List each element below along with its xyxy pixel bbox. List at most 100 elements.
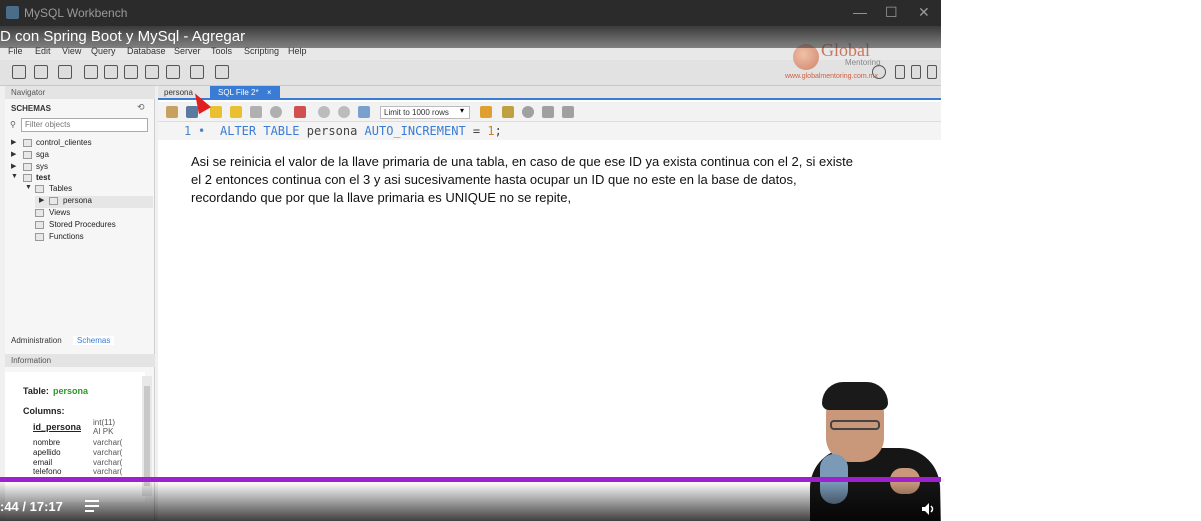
tree-item-views[interactable]: Views — [35, 208, 151, 220]
tab-administration[interactable]: Administration — [11, 336, 62, 345]
database-icon — [23, 139, 32, 147]
code-line[interactable]: 1 • ALTER TABLE persona AUTO_INCREMENT =… — [158, 122, 941, 140]
tree-item-stored-procedures[interactable]: Stored Procedures — [35, 220, 151, 232]
tab-label: SQL File 2* — [218, 88, 259, 97]
bookmark-icon[interactable] — [480, 106, 492, 118]
create-table-icon[interactable] — [104, 65, 118, 79]
video-title[interactable]: D con Spring Boot y MySql - Agregar — [0, 26, 941, 48]
functions-folder-icon — [35, 233, 44, 241]
column-type: int(11) — [93, 418, 116, 427]
create-schema-icon[interactable] — [84, 65, 98, 79]
commit-icon[interactable] — [318, 106, 330, 118]
information-header: Information — [5, 354, 155, 367]
schemas-header: SCHEMAS — [11, 104, 52, 113]
video-time: :44 / 17:17 — [0, 499, 63, 514]
note-line: el 2 entonces continua con el 3 y asi su… — [191, 172, 797, 187]
tree-item-tables[interactable]: ▼ Tables — [25, 184, 151, 196]
scrollbar-thumb[interactable] — [144, 386, 150, 486]
tree-item-persona[interactable]: ▶ persona — [35, 196, 153, 208]
column-name: apellido — [33, 448, 61, 457]
refresh-icon[interactable]: ⟲ — [137, 102, 145, 113]
database-icon — [23, 163, 32, 171]
invisible-chars-icon[interactable] — [542, 106, 554, 118]
collapse-arrow-icon[interactable]: ▼ — [11, 173, 18, 180]
column-name: id_persona — [33, 422, 82, 432]
video-controls: :44 / 17:17 — [0, 482, 941, 521]
editor-tab-row: persona SQL File 2* × — [158, 86, 941, 100]
tree-item-control-clientes[interactable]: ▶ control_clientes — [11, 138, 151, 150]
execute-icon[interactable] — [210, 106, 222, 118]
rollback-icon[interactable] — [338, 106, 350, 118]
tab-sql-file-2[interactable]: SQL File 2* × — [210, 86, 280, 100]
close-icon[interactable]: ✕ — [918, 4, 930, 21]
tables-folder-icon — [35, 185, 44, 193]
inspector-icon[interactable] — [58, 65, 72, 79]
filter-objects-input[interactable]: Filter objects — [21, 118, 148, 132]
column-name: telefono — [33, 467, 62, 476]
column-name: email — [33, 458, 53, 467]
execute-current-icon[interactable] — [230, 106, 242, 118]
create-view-icon[interactable] — [124, 65, 138, 79]
columns-label: Columns: — [23, 406, 65, 416]
volume-icon[interactable] — [921, 502, 937, 516]
mysql-workbench-icon — [6, 6, 19, 19]
wrap-lines-icon[interactable] — [562, 106, 574, 118]
presenter-hair — [822, 382, 888, 410]
minimize-icon[interactable]: — — [853, 4, 867, 20]
open-file-icon[interactable] — [166, 106, 178, 118]
note-line: Asi se reinicia el valor de la llave pri… — [191, 154, 853, 169]
procedures-folder-icon — [35, 221, 44, 229]
autocommit-icon[interactable] — [358, 106, 370, 118]
explain-icon[interactable] — [250, 106, 262, 118]
stop-icon[interactable] — [270, 106, 282, 118]
line-marker-icon: • — [198, 124, 206, 138]
collapse-arrow-icon[interactable]: ▼ — [25, 184, 32, 191]
maximize-icon[interactable]: ☐ — [885, 4, 898, 21]
reconnect-icon[interactable] — [215, 65, 229, 79]
presenter-glasses — [830, 420, 880, 430]
sidebar-tabs: Administration Schemas — [5, 334, 155, 348]
open-sql-script-icon[interactable] — [34, 65, 48, 79]
table-icon — [49, 197, 58, 205]
chapters-icon[interactable] — [85, 500, 105, 514]
find-icon[interactable] — [522, 106, 534, 118]
create-procedure-icon[interactable] — [145, 65, 159, 79]
table-label: Table: — [23, 386, 49, 396]
brand-sub: Mentoring — [845, 58, 881, 67]
navigator-header: Navigator — [5, 86, 155, 99]
toggle-output-icon[interactable] — [911, 65, 921, 79]
tab-close-icon[interactable]: × — [267, 88, 272, 97]
new-sql-tab-icon[interactable] — [12, 65, 26, 79]
limit-rows-select[interactable]: Limit to 1000 rows — [380, 106, 470, 119]
sql-statement[interactable]: ALTER TABLE persona AUTO_INCREMENT = 1; — [220, 122, 502, 140]
column-type: varchar( — [93, 467, 123, 476]
column-type: varchar( — [93, 458, 123, 467]
column-type: varchar( — [93, 438, 123, 447]
chevron-down-icon[interactable]: ▾ — [460, 106, 464, 115]
tab-schemas[interactable]: Schemas — [73, 336, 115, 345]
line-number: 1 — [184, 124, 192, 138]
create-function-icon[interactable] — [166, 65, 180, 79]
tree-item-sga[interactable]: ▶ sga — [11, 150, 151, 162]
database-icon — [23, 151, 32, 159]
sql-toolbar: Limit to 1000 rows ▾ — [158, 102, 941, 122]
video-frame[interactable]: MySQL Workbench — ☐ ✕ D con Spring Boot … — [0, 0, 941, 521]
expand-arrow-icon[interactable]: ▶ — [11, 162, 16, 170]
window-titlebar: MySQL Workbench — ☐ ✕ — [0, 0, 941, 26]
toggle-error-icon[interactable] — [294, 106, 306, 118]
expand-arrow-icon[interactable]: ▶ — [39, 196, 44, 204]
expand-arrow-icon[interactable]: ▶ — [11, 138, 16, 146]
tree-item-functions[interactable]: Functions — [35, 232, 151, 244]
views-folder-icon — [35, 209, 44, 217]
expand-arrow-icon[interactable]: ▶ — [11, 150, 16, 158]
search-icon: ⚲ — [10, 120, 16, 129]
beautify-icon[interactable] — [502, 106, 514, 118]
explanation-text[interactable]: Asi se reinicia el valor de la llave pri… — [191, 153, 901, 207]
brand-url: www.globalmentoring.com.mx — [785, 73, 878, 80]
navigator-sidebar: Navigator SCHEMAS ⟲ ⚲ Filter objects ▶ c… — [5, 86, 155, 521]
search-table-icon[interactable] — [190, 65, 204, 79]
toggle-secondary-sidebar-icon[interactable] — [927, 65, 937, 79]
note-line: recordando que por que la llave primaria… — [191, 190, 572, 205]
column-type: varchar( — [93, 448, 123, 457]
column-name: nombre — [33, 438, 61, 447]
